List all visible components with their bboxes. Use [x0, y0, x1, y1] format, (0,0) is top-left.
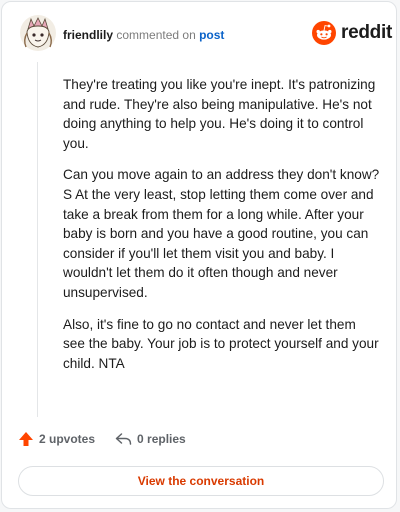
comment-body: They're treating you like you're inept. … — [63, 75, 381, 385]
upvote-arrow-icon — [19, 432, 33, 446]
comment-header: friendlily commented on post — [63, 28, 224, 42]
thread-line — [37, 62, 38, 417]
upvote-button[interactable]: 2 upvotes — [18, 431, 95, 447]
reddit-wordmark: reddit — [341, 22, 392, 43]
comment-paragraph: Can you move again to an address they do… — [63, 167, 380, 300]
upvote-count: 2 upvotes — [39, 432, 96, 446]
comment-paragraph: Also, it's fine to go no contact and nev… — [63, 316, 379, 371]
reply-icon — [115, 433, 132, 445]
avatar[interactable] — [19, 14, 57, 52]
reddit-brand[interactable]: reddit — [312, 21, 392, 45]
reddit-logo-icon — [312, 21, 336, 45]
view-conversation-button[interactable]: View the conversation — [18, 466, 384, 496]
username[interactable]: friendlily — [63, 28, 113, 42]
comment-paragraph: They're treating you like you're inept. … — [63, 77, 376, 151]
reply-button[interactable]: 0 replies — [115, 431, 186, 447]
comment-card: friendlily commented on post reddit They… — [1, 1, 397, 509]
comment-actions: 2 upvotes 0 replies — [18, 431, 206, 447]
post-link[interactable]: post — [199, 28, 224, 42]
action-text: commented on — [116, 28, 196, 42]
reply-count: 0 replies — [137, 432, 186, 446]
